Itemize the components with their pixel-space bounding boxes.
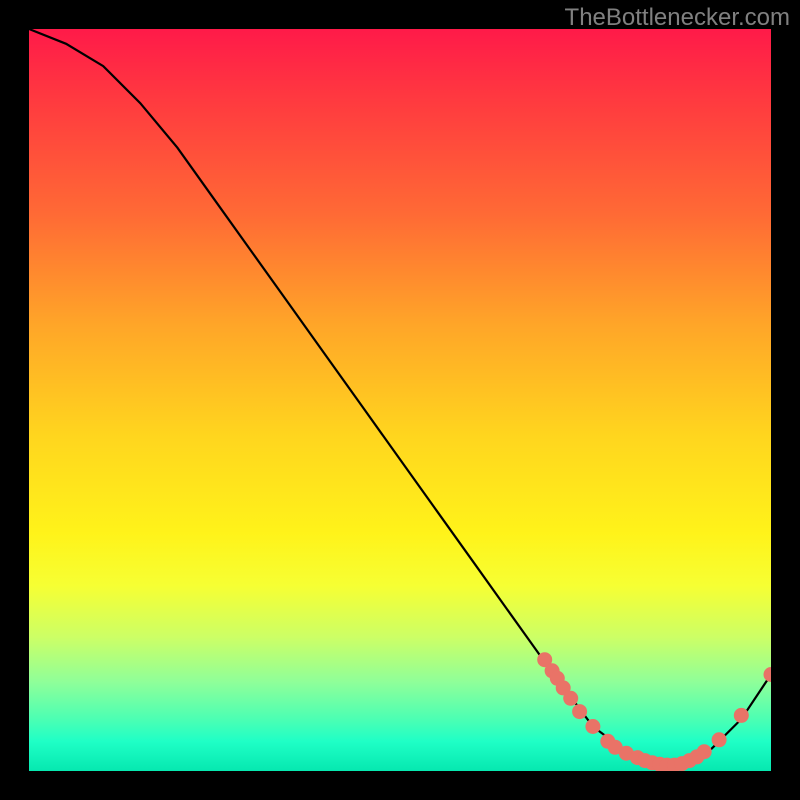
data-marker xyxy=(572,704,587,719)
chart-svg xyxy=(29,29,771,771)
data-marker xyxy=(764,667,772,682)
bottleneck-curve xyxy=(29,29,771,764)
data-marker xyxy=(712,732,727,747)
data-marker xyxy=(734,708,749,723)
watermark-text: TheBottlenecker.com xyxy=(565,4,790,32)
data-marker xyxy=(585,719,600,734)
data-marker xyxy=(697,744,712,759)
data-marker xyxy=(563,691,578,706)
marker-group xyxy=(537,652,771,771)
